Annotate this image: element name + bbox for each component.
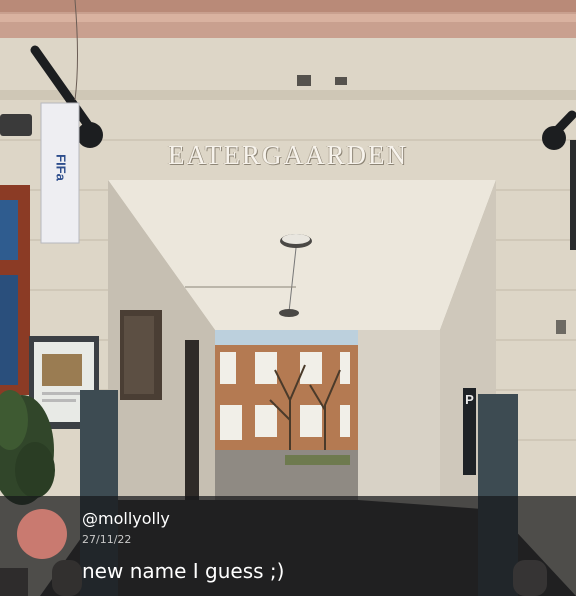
banner-logo: FIFa bbox=[53, 154, 69, 181]
avatar[interactable] bbox=[17, 509, 67, 559]
doorway bbox=[185, 340, 199, 500]
parking-sign: P bbox=[463, 388, 476, 475]
username[interactable]: @mollyolly bbox=[82, 509, 170, 528]
post-caption: new name I guess ;) bbox=[82, 559, 285, 583]
security-camera bbox=[0, 114, 32, 136]
ceiling-lamp-far bbox=[279, 309, 299, 317]
building-sign: EATERGAARDEN bbox=[168, 140, 408, 170]
parking-sign-letter: P bbox=[465, 392, 474, 407]
post-date: 27/11/22 bbox=[82, 533, 132, 546]
